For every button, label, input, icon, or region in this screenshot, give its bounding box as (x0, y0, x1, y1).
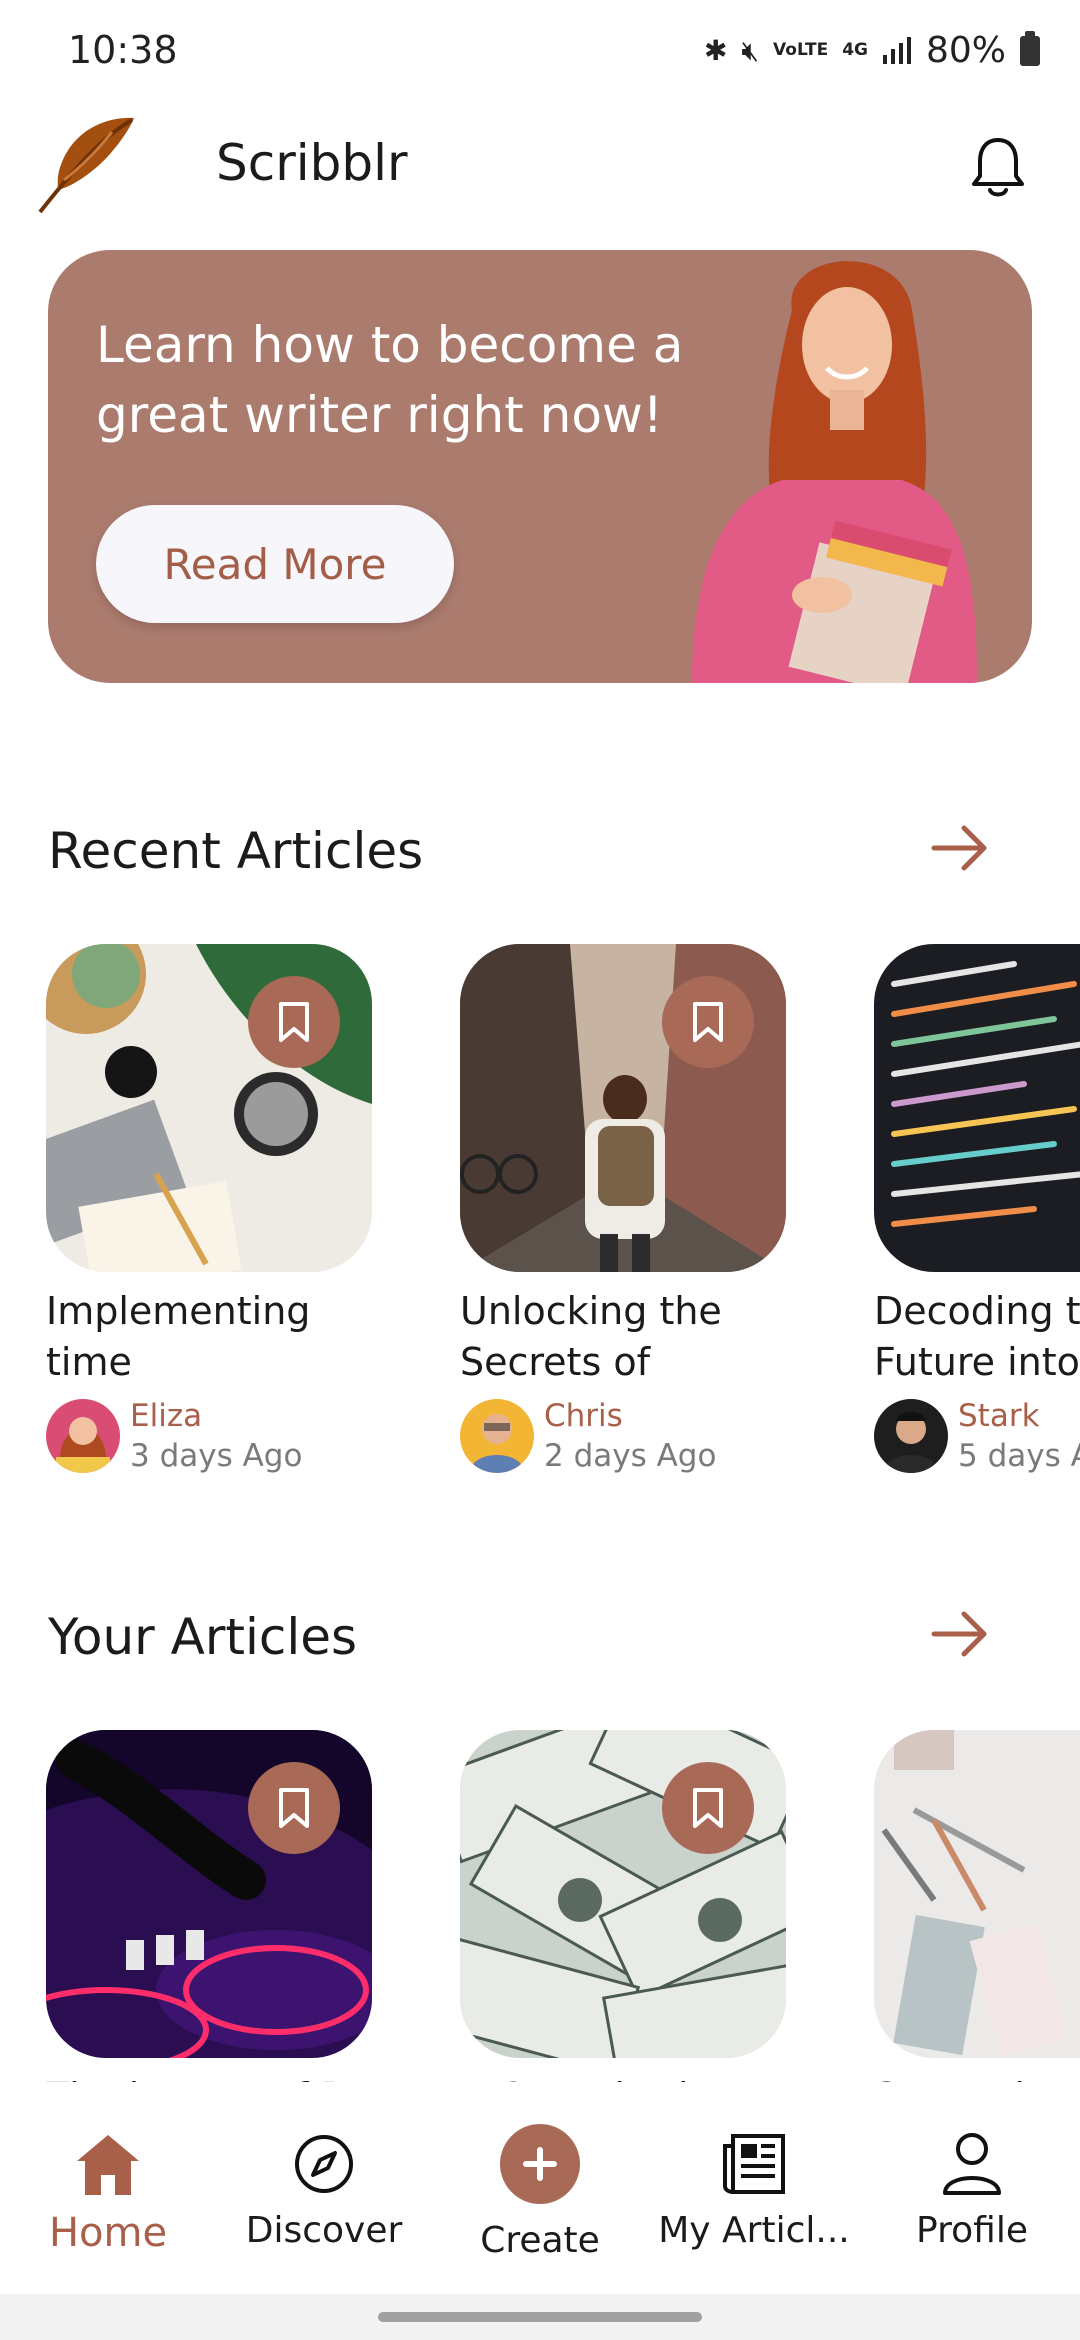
bookmark-button[interactable] (662, 976, 754, 1068)
promo-text: Learn how to become a great writer right… (96, 316, 684, 444)
system-gesture-area (0, 2294, 1080, 2340)
promo-banner: Learn how to become a great writer right… (48, 250, 1032, 683)
article-thumbnail-code (874, 944, 1080, 1272)
article-thumbnail-desk (46, 944, 372, 1272)
bluetooth-icon: ✱ (703, 34, 728, 67)
status-bar: 10:38 ✱ 🔇︎ VoLTE 4G 80% (0, 0, 1080, 100)
status-time: 10:38 (68, 28, 178, 72)
your-articles-heading: Your Articles (48, 1608, 358, 1666)
article-title: Decoding the Future into (874, 1289, 1080, 1384)
bookmark-icon (693, 1002, 723, 1042)
nav-discover-label: Discover (245, 2210, 403, 2251)
article-thumbnail-money (460, 1730, 786, 2058)
bookmark-icon (279, 1788, 309, 1828)
bell-icon[interactable] (968, 134, 1028, 200)
create-button-circle (500, 2124, 580, 2204)
nav-create-label: Create (480, 2220, 600, 2261)
author-name: Stark (958, 1398, 1040, 1434)
recent-see-all-arrow-icon[interactable] (930, 823, 990, 873)
quill-logo-icon (38, 117, 134, 214)
article-time: 2 days Ago (544, 1438, 717, 1474)
article-author-row: Chris 2 days Ago (460, 1398, 790, 1474)
avatar (46, 1399, 120, 1473)
nav-profile-label: Profile (916, 2210, 1028, 2251)
person-icon (943, 2133, 1001, 2195)
article-time: 3 days Ago (130, 1438, 303, 1474)
article-title: Unlocking the Secrets of Afford... (460, 1289, 722, 1384)
bookmark-button[interactable] (662, 1762, 754, 1854)
nav-create[interactable]: Create (440, 2124, 640, 2261)
plus-icon (523, 2147, 557, 2181)
article-author-row: Eliza 3 days Ago (46, 1398, 376, 1474)
battery-icon (1020, 30, 1040, 66)
home-gesture-bar[interactable] (378, 2312, 702, 2322)
article-card[interactable]: A Quantitative (460, 1730, 790, 2090)
avatar (460, 1399, 534, 1473)
nav-discover[interactable]: Discover (224, 2124, 424, 2251)
bookmark-icon (279, 1002, 309, 1042)
author-name: Eliza (130, 1398, 203, 1434)
nav-profile[interactable]: Profile (872, 2124, 1072, 2251)
mute-icon: 🔇︎ (741, 33, 760, 67)
network-4g-icon: 4G (842, 40, 868, 60)
newspaper-icon (723, 2134, 785, 2194)
nav-top-edge (0, 2082, 1080, 2092)
battery-percent: 80% (925, 30, 1006, 71)
article-card[interactable]: Decoding the Future into Stark 5 days Ag… (874, 944, 1080, 1474)
nav-my-articles-label: My Articl... (658, 2210, 850, 2251)
article-thumbnail-pencils (874, 1730, 1080, 2058)
your-articles-see-all-arrow-icon[interactable] (930, 1609, 990, 1659)
article-time: 5 days Ago (958, 1438, 1080, 1474)
status-icons: ✱ 🔇︎ VoLTE 4G 80% (704, 30, 1040, 71)
compass-icon (295, 2135, 353, 2193)
recent-articles-heading: Recent Articles (48, 822, 424, 880)
woman-with-books-illustration (692, 261, 977, 683)
nav-my-articles[interactable]: My Articl... (654, 2124, 854, 2251)
bookmark-button[interactable] (248, 1762, 340, 1854)
signal-icon (882, 36, 911, 64)
article-thumbnail-alley (460, 944, 786, 1272)
app-title: Scribblr (216, 134, 408, 192)
article-card[interactable]: Unlocking the Secrets of Afford... Chris… (460, 944, 790, 1474)
home-icon (77, 2135, 139, 2195)
article-author-row: Stark 5 days Ago (874, 1398, 1080, 1474)
nav-home[interactable]: Home (8, 2124, 208, 2256)
article-thumbnail-dj (46, 1730, 372, 2058)
read-more-button[interactable]: Read More (96, 505, 454, 623)
article-card[interactable]: The impact of Pop (46, 1730, 376, 2090)
author-name: Chris (544, 1398, 623, 1434)
avatar (874, 1399, 948, 1473)
app-header: Scribblr (0, 110, 1080, 220)
volte-icon: VoLTE (773, 40, 829, 60)
article-card[interactable]: Implementing time manageme... Eliza 3 da… (46, 944, 376, 1474)
article-title: Implementing time manageme... (46, 1289, 311, 1384)
bottom-navigation: Home Discover Create My Articl... Profil… (0, 2092, 1080, 2294)
article-card[interactable]: Strategic Bu (874, 1730, 1080, 2090)
bookmark-icon (693, 1788, 723, 1828)
nav-home-label: Home (48, 2210, 168, 2256)
bookmark-button[interactable] (248, 976, 340, 1068)
